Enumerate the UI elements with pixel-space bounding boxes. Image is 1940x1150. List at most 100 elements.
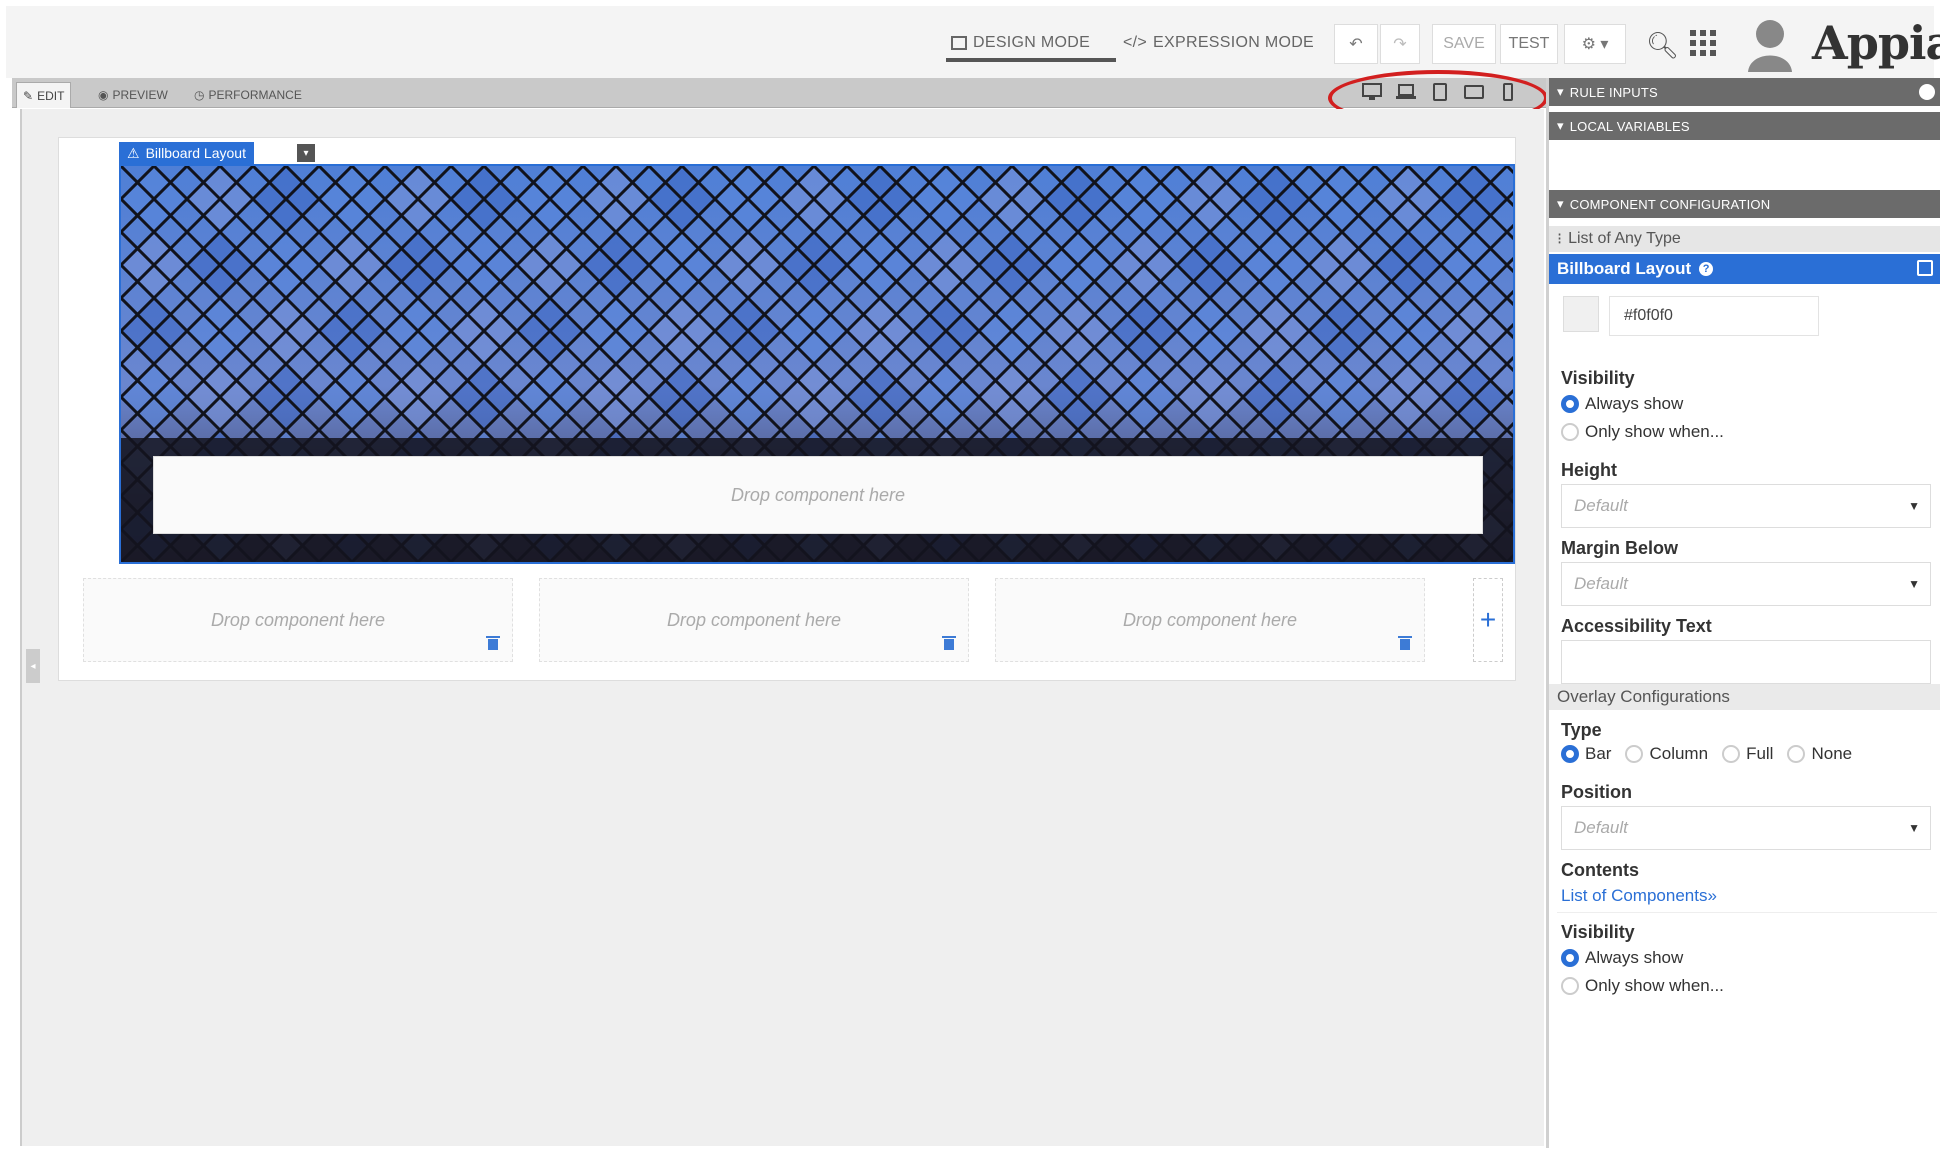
overlay-type-label: Type [1561, 720, 1602, 740]
height-label: Height [1561, 460, 1617, 480]
margin-below-select[interactable]: Default ▼ [1561, 562, 1931, 606]
trash-icon[interactable] [486, 635, 502, 653]
billboard-layout[interactable]: Drop component here [119, 164, 1515, 564]
settings-menu-button[interactable]: ⚙ ▾ [1564, 24, 1626, 64]
list-icon: ⁝ [1557, 231, 1563, 248]
tab-preview-label: PREVIEW [112, 88, 168, 102]
interface-panel: ⚠︎ Billboard Layout ▾ Drop component her… [58, 137, 1516, 681]
margin-below-label: Margin Below [1561, 538, 1679, 558]
redo-button[interactable]: ↷ [1380, 24, 1420, 64]
only-show-when-label: Only show when... [1585, 422, 1724, 441]
edit-icon: ✎ [23, 88, 34, 103]
accessibility-text-input[interactable] [1561, 640, 1931, 684]
configuration-panel: ▾ RULE INPUTS ▾ LOCAL VARIABLES ▾ COMPON… [1546, 78, 1940, 1148]
save-button[interactable]: SAVE [1432, 24, 1496, 64]
position-select-value: Default [1574, 818, 1628, 837]
active-mode-indicator [946, 58, 1116, 62]
component-menu-button[interactable]: ▾ [297, 144, 315, 162]
chevron-down-icon: ▼ [1908, 577, 1920, 591]
component-configuration-label: COMPONENT CONFIGURATION [1569, 196, 1771, 212]
radio-selected-icon [1561, 395, 1579, 413]
save-label: SAVE [1443, 35, 1485, 52]
type-bar-label: Bar [1585, 744, 1612, 763]
only-show-when-label-2: Only show when... [1585, 976, 1724, 995]
radio-type-bar[interactable]: Bar [1561, 744, 1611, 764]
radio-type-column[interactable]: Column [1625, 744, 1708, 764]
radio-unselected-icon [1722, 745, 1741, 763]
type-none-label: None [1811, 744, 1853, 763]
chevron-down-icon: ▾ [303, 147, 309, 159]
test-label: TEST [1508, 35, 1550, 52]
trash-icon[interactable] [942, 635, 958, 653]
tab-preview[interactable]: ◉ PREVIEW [92, 82, 174, 108]
appian-logo: Appian [1812, 16, 1940, 70]
color-swatch[interactable] [1563, 296, 1599, 332]
expression-mode-label: EXPRESSION MODE [1153, 34, 1315, 51]
list-type-header[interactable]: ⁝ List of Any Type [1549, 226, 1940, 252]
billboard-drop-zone[interactable]: Drop component here [153, 456, 1483, 534]
list-type-label: List of Any Type [1568, 230, 1681, 247]
height-select-value: Default [1574, 496, 1628, 515]
radio-unselected-icon [1787, 745, 1806, 763]
editor-tab-row: ✎ EDIT ◉ PREVIEW ◷ PERFORMANCE [12, 78, 1546, 108]
edit-expression-icon[interactable] [1917, 260, 1933, 276]
local-variables-section-header[interactable]: ▾ LOCAL VARIABLES [1549, 112, 1940, 140]
radio-type-full[interactable]: Full [1722, 744, 1773, 764]
overlay-type-radio-group: Bar Column Full None [1561, 744, 1852, 764]
type-full-label: Full [1746, 744, 1774, 763]
radio-selected-icon [1561, 949, 1579, 967]
component-configuration-section-header[interactable]: ▾ COMPONENT CONFIGURATION [1549, 190, 1940, 218]
collapse-left-handle[interactable]: ◂ [26, 649, 40, 683]
tab-edit[interactable]: ✎ EDIT [16, 82, 72, 108]
background-color-input[interactable]: #f0f0f0 [1609, 296, 1819, 336]
tab-performance-label: PERFORMANCE [208, 88, 302, 102]
settings-icon[interactable] [1919, 84, 1935, 100]
test-button[interactable]: TEST [1500, 24, 1558, 64]
code-icon: </> [1123, 34, 1148, 51]
radio-unselected-icon [1561, 423, 1579, 441]
help-icon[interactable]: ? [1699, 262, 1714, 276]
radio-always-show[interactable]: Always show [1561, 394, 1683, 414]
user-avatar[interactable] [1746, 16, 1794, 72]
radio-type-none[interactable]: None [1787, 744, 1852, 764]
contents-label: Contents [1561, 860, 1639, 880]
position-label: Position [1561, 782, 1632, 802]
chevron-down-icon: ▼ [1908, 499, 1920, 513]
design-mode-icon [951, 36, 967, 50]
rule-inputs-label: RULE INPUTS [1569, 84, 1658, 100]
apps-grid-icon[interactable] [1690, 30, 1716, 63]
column-2-placeholder: Drop component here [666, 609, 842, 630]
column-drop-zone-3[interactable]: Drop component here [995, 578, 1425, 662]
column-drop-zone-2[interactable]: Drop component here [539, 578, 969, 662]
add-column-button[interactable]: + [1473, 578, 1503, 662]
eye-icon: ◉ [98, 88, 109, 102]
billboard-layout-tag[interactable]: ⚠︎ Billboard Layout [119, 142, 254, 164]
caret-icon: ▾ [1557, 118, 1564, 133]
radio-only-show-when-2[interactable]: Only show when... [1561, 976, 1724, 996]
design-mode-button[interactable]: DESIGN MODE [951, 34, 1090, 52]
radio-only-show-when[interactable]: Only show when... [1561, 422, 1724, 442]
position-select[interactable]: Default ▼ [1561, 806, 1931, 850]
clock-icon: ◷ [194, 88, 205, 102]
expression-mode-button[interactable]: </> EXPRESSION MODE [1123, 34, 1314, 52]
always-show-label-2: Always show [1585, 948, 1684, 967]
billboard-layout-config-header[interactable]: Billboard Layout ? [1549, 254, 1940, 284]
radio-unselected-icon [1561, 977, 1579, 995]
always-show-label: Always show [1585, 394, 1684, 413]
search-objects-icon[interactable]: 🔍︎ [1646, 30, 1679, 61]
overlay-configurations-header: Overlay Configurations [1549, 684, 1940, 710]
tab-edit-label: EDIT [37, 88, 65, 103]
chevron-down-icon: ▼ [1908, 821, 1920, 835]
trash-icon[interactable] [1398, 635, 1414, 653]
undo-button[interactable]: ↶ [1334, 24, 1378, 64]
visibility-label-2: Visibility [1561, 922, 1635, 942]
caret-icon: ▾ [1557, 84, 1564, 99]
layout-icon: ⚠︎ [127, 144, 140, 161]
column-drop-zone-1[interactable]: Drop component here [83, 578, 513, 662]
height-select[interactable]: Default ▼ [1561, 484, 1931, 528]
billboard-config-label: Billboard Layout [1557, 259, 1692, 278]
radio-always-show-2[interactable]: Always show [1561, 948, 1683, 968]
list-of-components-link[interactable]: List of Components» [1561, 886, 1717, 906]
rule-inputs-section-header[interactable]: ▾ RULE INPUTS [1549, 78, 1940, 106]
tab-performance[interactable]: ◷ PERFORMANCE [188, 82, 308, 108]
